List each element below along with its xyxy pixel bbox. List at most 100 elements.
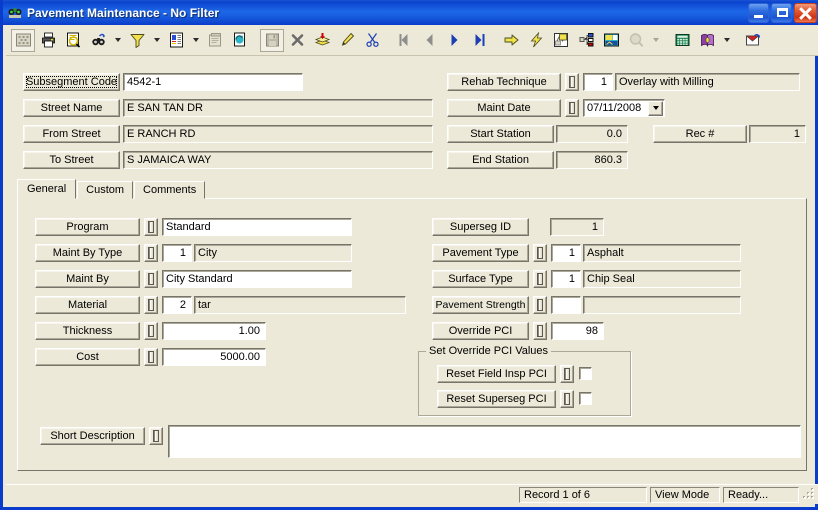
street-name-label-button[interactable]: Street Name	[23, 99, 120, 117]
reset-superseg-pci-checkbox[interactable]	[579, 392, 592, 405]
lightning-icon[interactable]	[524, 28, 548, 52]
street-name-input[interactable]: E SAN TAN DR	[123, 99, 433, 117]
pavement-type-lookup-button[interactable]	[533, 244, 547, 262]
to-street-label-button[interactable]: To Street	[23, 151, 120, 169]
surface-type-code-input[interactable]: 1	[551, 270, 581, 288]
report-icon[interactable]	[164, 28, 188, 52]
material-code-input[interactable]: 2	[162, 296, 192, 314]
minimize-button[interactable]	[748, 2, 769, 23]
gis-icon[interactable]	[599, 28, 623, 52]
calculator-icon[interactable]	[670, 28, 694, 52]
override-pci-lookup-button[interactable]	[533, 322, 547, 340]
next-record-icon[interactable]	[442, 28, 466, 52]
subsegment-code-label-button[interactable]: Subsegment Code	[23, 73, 120, 91]
goto-icon[interactable]	[499, 28, 523, 52]
rehab-technique-code-input[interactable]: 1	[583, 73, 613, 91]
close-button[interactable]	[794, 2, 817, 23]
delete-icon[interactable]	[285, 28, 309, 52]
cost-input[interactable]: 5000.00	[162, 348, 266, 366]
help-dropdown-icon[interactable]	[720, 28, 733, 52]
short-description-input[interactable]	[168, 425, 801, 458]
maint-date-picker[interactable]: 07/11/2008	[583, 99, 665, 117]
edit-icon[interactable]	[335, 28, 359, 52]
material-label-button[interactable]: Material	[35, 296, 140, 314]
surface-type-label-button[interactable]: Surface Type	[432, 270, 529, 288]
short-description-label-button[interactable]: Short Description	[40, 427, 145, 445]
pavement-strength-code-input[interactable]	[551, 296, 581, 314]
cost-label-button[interactable]: Cost	[35, 348, 140, 366]
tree-icon[interactable]	[574, 28, 598, 52]
thickness-lookup-button[interactable]	[144, 322, 158, 340]
reset-field-insp-pci-lookup-button[interactable]	[560, 365, 574, 383]
reset-field-insp-pci-button[interactable]: Reset Field Insp PCI	[437, 365, 556, 383]
zoom-dropdown-icon[interactable]	[649, 28, 662, 52]
to-street-input[interactable]: S JAMAICA WAY	[123, 151, 433, 169]
superseg-id-label-button[interactable]: Superseg ID	[432, 218, 529, 236]
maint-by-type-label-button[interactable]: Maint By Type	[35, 244, 140, 262]
reset-superseg-pci-button[interactable]: Reset Superseg PCI	[437, 390, 556, 408]
print-icon[interactable]	[36, 28, 60, 52]
status-state: Ready...	[723, 486, 799, 503]
find-icon[interactable]	[86, 28, 110, 52]
filter-icon[interactable]	[125, 28, 149, 52]
help-book-icon[interactable]	[695, 28, 719, 52]
from-street-input[interactable]: E RANCH RD	[123, 125, 433, 143]
maint-by-label-button[interactable]: Maint By	[35, 270, 140, 288]
rehab-technique-label-button[interactable]: Rehab Technique	[447, 73, 561, 91]
cut-icon[interactable]	[360, 28, 384, 52]
properties-icon[interactable]	[203, 28, 227, 52]
end-station-label-button[interactable]: End Station	[447, 151, 554, 169]
pavement-type-label-button[interactable]: Pavement Type	[432, 244, 529, 262]
save-icon[interactable]	[260, 28, 284, 52]
rec-number-label-button[interactable]: Rec #	[653, 125, 747, 143]
cost-lookup-button[interactable]	[144, 348, 158, 366]
program-lookup-button[interactable]	[144, 218, 158, 236]
add-record-icon[interactable]	[310, 28, 334, 52]
maint-by-type-lookup-button[interactable]	[144, 244, 158, 262]
reset-field-insp-pci-checkbox[interactable]	[579, 367, 592, 380]
thickness-label-button[interactable]: Thickness	[35, 322, 140, 340]
short-description-lookup-button[interactable]	[149, 427, 163, 445]
from-street-label-button[interactable]: From Street	[23, 125, 120, 143]
pavement-type-code-input[interactable]: 1	[551, 244, 581, 262]
program-label-button[interactable]: Program	[35, 218, 140, 236]
program-label: Program	[66, 221, 109, 233]
tab-custom[interactable]: Custom	[77, 181, 134, 199]
maximize-button[interactable]	[771, 2, 792, 23]
material-lookup-button[interactable]	[144, 296, 158, 314]
map-icon[interactable]	[549, 28, 573, 52]
find-dropdown-icon[interactable]	[111, 28, 124, 52]
thickness-input[interactable]: 1.00	[162, 322, 266, 340]
tab-general[interactable]: General	[17, 179, 77, 199]
previous-record-icon[interactable]	[417, 28, 441, 52]
refresh-icon[interactable]	[228, 28, 252, 52]
maint-date-lookup-button[interactable]	[565, 99, 579, 117]
last-record-icon[interactable]	[467, 28, 491, 52]
chevron-down-icon[interactable]	[648, 100, 663, 116]
zoom-icon[interactable]	[624, 28, 648, 52]
maint-date-label-button[interactable]: Maint Date	[447, 99, 561, 117]
subsegment-code-input[interactable]: 4542-1	[123, 73, 303, 91]
select-all-icon[interactable]	[11, 28, 35, 52]
start-station-label-button[interactable]: Start Station	[447, 125, 554, 143]
surface-type-label: Surface Type	[448, 273, 513, 285]
reset-superseg-pci-lookup-button[interactable]	[560, 390, 574, 408]
surface-type-lookup-button[interactable]	[533, 270, 547, 288]
first-record-icon[interactable]	[392, 28, 416, 52]
report-dropdown-icon[interactable]	[189, 28, 202, 52]
exit-icon[interactable]	[741, 28, 765, 52]
override-pci-input[interactable]: 98	[551, 322, 604, 340]
resize-grip[interactable]	[803, 488, 816, 501]
toolbar-separator	[734, 29, 741, 52]
tab-comments[interactable]: Comments	[134, 181, 206, 199]
filter-dropdown-icon[interactable]	[150, 28, 163, 52]
print-preview-icon[interactable]	[61, 28, 85, 52]
maint-by-lookup-button[interactable]	[144, 270, 158, 288]
rehab-technique-lookup-button[interactable]	[565, 73, 579, 91]
pavement-strength-lookup-button[interactable]	[533, 296, 547, 314]
override-pci-label-button[interactable]: Override PCI	[432, 322, 529, 340]
maint-by-type-code-input[interactable]: 1	[162, 244, 192, 262]
maint-by-input[interactable]: City Standard	[162, 270, 352, 288]
program-input[interactable]: Standard	[162, 218, 352, 236]
pavement-strength-label-button[interactable]: Pavement Strength	[432, 296, 529, 314]
